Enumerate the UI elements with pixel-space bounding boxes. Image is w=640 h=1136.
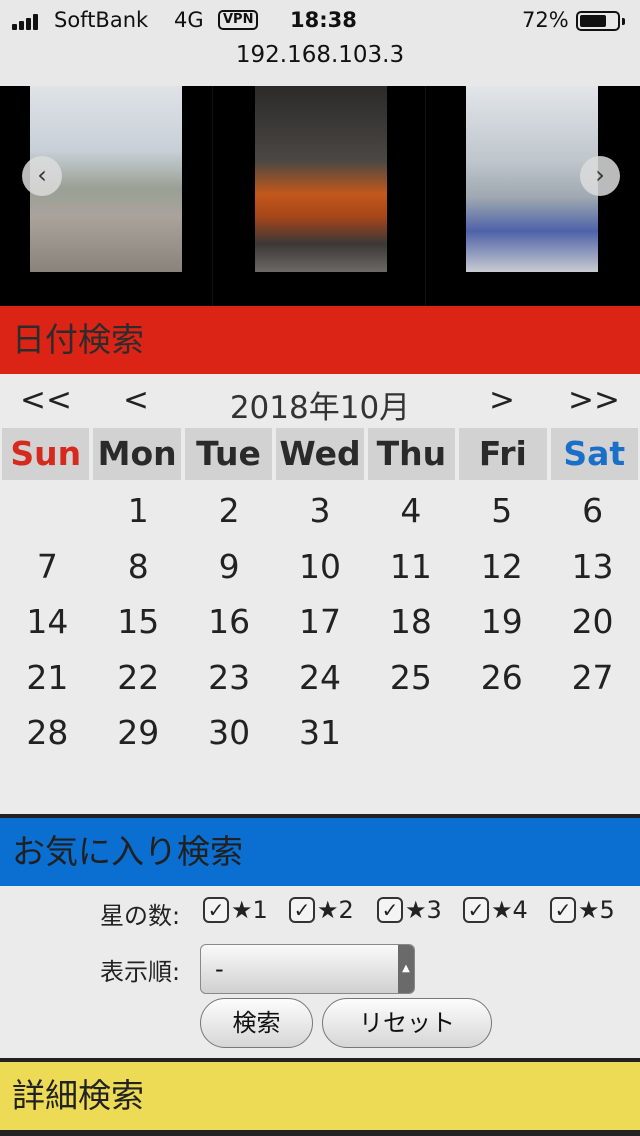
carrier-name: SoftBank bbox=[54, 8, 149, 32]
date-search-header[interactable]: 日付検索 bbox=[0, 306, 640, 374]
address-bar-url[interactable]: 192.168.103.3 bbox=[0, 42, 640, 68]
order-select[interactable]: - ▲ bbox=[200, 944, 415, 994]
next-month-button[interactable]: > bbox=[472, 382, 532, 418]
weekday-wed: Wed bbox=[276, 428, 364, 480]
weekday-sat: Sat bbox=[550, 428, 638, 480]
calendar-empty-cell bbox=[547, 708, 638, 764]
clock: 18:38 bbox=[290, 8, 357, 32]
star-option-label: ★1 bbox=[231, 896, 268, 924]
calendar-day[interactable]: 19 bbox=[456, 597, 547, 653]
weekday-header: Sun Mon Tue Wed Thu Fri Sat bbox=[0, 428, 640, 480]
carousel-slide[interactable] bbox=[213, 86, 426, 306]
checkbox-icon[interactable]: ✓ bbox=[289, 897, 315, 923]
stars-label: 星の数: bbox=[100, 902, 181, 930]
weekday-thu: Thu bbox=[367, 428, 456, 480]
calendar-day[interactable]: 20 bbox=[547, 597, 638, 653]
calendar-days: 1 2 3 4 5 6 7 8 9 10 11 12 13 14 15 16 17 18 19 20 21 22 23 24 2… bbox=[0, 486, 640, 764]
favorite-search-header[interactable]: お気に入り検索 bbox=[0, 818, 640, 886]
calendar-day[interactable]: 6 bbox=[547, 486, 638, 542]
calendar-empty-cell bbox=[2, 486, 93, 542]
checkbox-icon[interactable]: ✓ bbox=[463, 897, 489, 923]
calendar-day[interactable]: 21 bbox=[2, 653, 93, 709]
star-3-checkbox[interactable]: ✓ ★3 bbox=[377, 896, 442, 924]
reset-button[interactable]: リセット bbox=[322, 998, 492, 1048]
browser-status-bar: SoftBank 4G VPN 18:38 72% 192.168.103.3 bbox=[0, 0, 640, 86]
calendar-day[interactable]: 22 bbox=[93, 653, 184, 709]
favorite-search-panel: 星の数: ✓ ★1 ✓ ★2 ✓ ★3 ✓ ★4 ✓ ★5 表示順: - ▲ 検… bbox=[0, 886, 640, 1058]
dropdown-arrow-icon[interactable]: ▲ bbox=[398, 945, 414, 993]
calendar-day[interactable]: 1 bbox=[93, 486, 184, 542]
calendar-empty-cell bbox=[365, 708, 456, 764]
calendar-day[interactable]: 24 bbox=[275, 653, 366, 709]
calendar-day[interactable]: 4 bbox=[365, 486, 456, 542]
photo-carousel[interactable]: ‹ › bbox=[0, 86, 640, 306]
calendar-day[interactable]: 7 bbox=[2, 542, 93, 598]
next-year-button[interactable]: >> bbox=[564, 382, 624, 418]
battery-percent: 72% bbox=[522, 8, 569, 32]
checkbox-icon[interactable]: ✓ bbox=[377, 897, 403, 923]
calendar-day[interactable]: 12 bbox=[456, 542, 547, 598]
order-label: 表示順: bbox=[100, 958, 181, 986]
star-2-checkbox[interactable]: ✓ ★2 bbox=[289, 896, 354, 924]
calendar-day[interactable]: 30 bbox=[184, 708, 275, 764]
weekday-fri: Fri bbox=[459, 428, 547, 480]
prev-year-button[interactable]: << bbox=[16, 382, 76, 418]
vpn-badge: VPN bbox=[218, 10, 259, 30]
calendar-empty-cell bbox=[456, 708, 547, 764]
status-row: SoftBank 4G VPN 18:38 72% bbox=[0, 8, 640, 36]
search-button[interactable]: 検索 bbox=[200, 998, 313, 1048]
star-option-label: ★3 bbox=[405, 896, 442, 924]
calendar-day[interactable]: 26 bbox=[456, 653, 547, 709]
calendar-day[interactable]: 23 bbox=[184, 653, 275, 709]
calendar-day[interactable]: 2 bbox=[184, 486, 275, 542]
calendar-title: 2018年10月 bbox=[229, 390, 411, 426]
calendar-day[interactable]: 28 bbox=[2, 708, 93, 764]
prev-month-button[interactable]: < bbox=[106, 382, 166, 418]
weekday-sun: Sun bbox=[2, 428, 90, 480]
calendar-day[interactable]: 3 bbox=[275, 486, 366, 542]
chevron-left-icon[interactable]: ‹ bbox=[22, 156, 62, 196]
chevron-right-icon[interactable]: › bbox=[580, 156, 620, 196]
calendar-day[interactable]: 18 bbox=[365, 597, 456, 653]
signal-icon bbox=[12, 14, 38, 30]
calendar-day[interactable]: 16 bbox=[184, 597, 275, 653]
calendar-day[interactable]: 15 bbox=[93, 597, 184, 653]
calendar-day[interactable]: 11 bbox=[365, 542, 456, 598]
battery-icon bbox=[576, 11, 620, 31]
checkbox-icon[interactable]: ✓ bbox=[203, 897, 229, 923]
calendar-nav: << < 2018年10月 > >> bbox=[0, 382, 640, 426]
star-option-label: ★2 bbox=[317, 896, 354, 924]
battery-level bbox=[580, 15, 606, 27]
star-5-checkbox[interactable]: ✓ ★5 bbox=[550, 896, 615, 924]
star-1-checkbox[interactable]: ✓ ★1 bbox=[203, 896, 268, 924]
weekday-mon: Mon bbox=[93, 428, 181, 480]
carousel-slide[interactable] bbox=[426, 86, 639, 306]
calendar-day[interactable]: 5 bbox=[456, 486, 547, 542]
order-select-value: - bbox=[215, 955, 224, 983]
calendar-day[interactable]: 10 bbox=[275, 542, 366, 598]
network-type: 4G bbox=[174, 8, 204, 32]
calendar-day[interactable]: 8 bbox=[93, 542, 184, 598]
battery-nub bbox=[622, 18, 625, 25]
calendar-day[interactable]: 27 bbox=[547, 653, 638, 709]
calendar-day[interactable]: 31 bbox=[275, 708, 366, 764]
carousel-photo[interactable] bbox=[466, 86, 598, 272]
detail-search-header[interactable]: 詳細検索 bbox=[0, 1062, 640, 1130]
calendar-day[interactable]: 13 bbox=[547, 542, 638, 598]
calendar-day[interactable]: 25 bbox=[365, 653, 456, 709]
section-divider bbox=[0, 1130, 640, 1136]
calendar-day[interactable]: 17 bbox=[275, 597, 366, 653]
star-option-label: ★4 bbox=[491, 896, 528, 924]
star-4-checkbox[interactable]: ✓ ★4 bbox=[463, 896, 528, 924]
calendar-day[interactable]: 9 bbox=[184, 542, 275, 598]
calendar: << < 2018年10月 > >> Sun Mon Tue Wed Thu F… bbox=[0, 374, 640, 814]
star-option-label: ★5 bbox=[578, 896, 615, 924]
checkbox-icon[interactable]: ✓ bbox=[550, 897, 576, 923]
calendar-day[interactable]: 29 bbox=[93, 708, 184, 764]
carousel-slide[interactable] bbox=[0, 86, 213, 306]
weekday-tue: Tue bbox=[184, 428, 273, 480]
carousel-photo[interactable] bbox=[255, 86, 387, 272]
calendar-day[interactable]: 14 bbox=[2, 597, 93, 653]
